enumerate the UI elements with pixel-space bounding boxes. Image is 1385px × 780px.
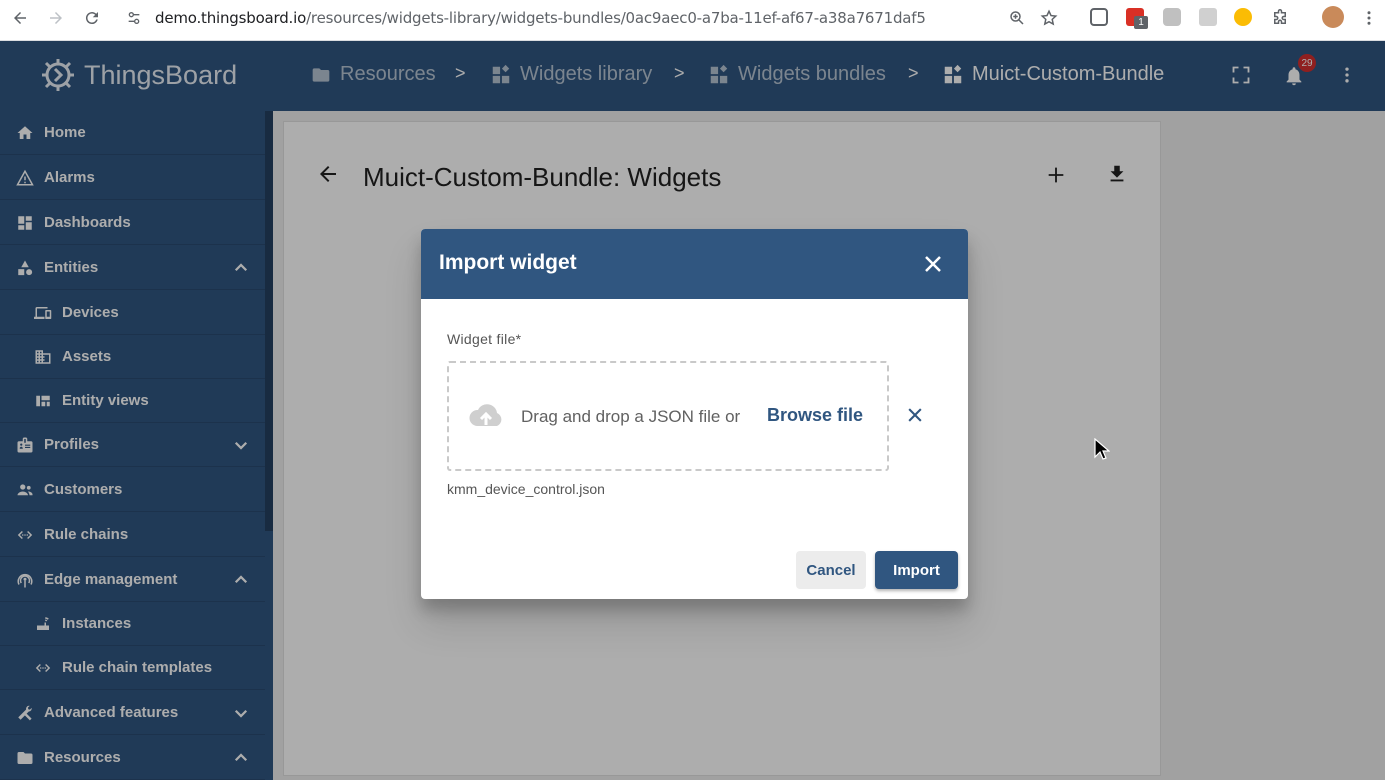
browse-file-button[interactable]: Browse file [767,405,863,426]
url-host: demo.thingsboard.io [155,9,307,27]
extensions-puzzle-icon[interactable] [1268,6,1292,30]
browser-menu-icon[interactable] [1357,6,1381,30]
import-widget-dialog: Import widget Widget file* Drag and drop… [421,229,968,599]
site-info-icon[interactable] [122,6,146,30]
import-button[interactable]: Import [875,551,958,589]
mouse-cursor-icon [1094,437,1111,467]
file-dropzone[interactable]: Drag and drop a JSON file or Browse file [447,361,889,471]
extension-badge: 1 [1134,16,1148,29]
cloud-upload-icon [467,401,505,436]
profile-avatar[interactable] [1322,6,1344,28]
extension-camera-icon[interactable] [1163,8,1181,26]
dialog-header: Import widget [421,229,968,299]
extension-colorful-icon[interactable] [1234,8,1252,26]
dialog-title: Import widget [439,251,577,274]
zoom-icon[interactable] [1005,6,1029,30]
clear-file-icon[interactable] [905,405,925,425]
back-icon[interactable] [8,6,32,30]
reload-icon[interactable] [80,6,104,30]
dropzone-text: Drag and drop a JSON file or [521,407,741,426]
address-bar[interactable]: demo.thingsboard.io/resources/widgets-li… [155,9,926,27]
forward-icon[interactable] [44,6,68,30]
close-icon[interactable] [921,252,945,276]
extension-media-icon[interactable] [1199,8,1217,26]
extension-chat-icon[interactable] [1090,8,1108,26]
cancel-button[interactable]: Cancel [796,551,866,589]
selected-file-name: kmm_device_control.json [447,481,605,497]
browser-toolbar: demo.thingsboard.io/resources/widgets-li… [0,0,1385,41]
widget-file-label: Widget file* [447,331,522,347]
bookmark-star-icon[interactable] [1037,6,1061,30]
url-path: /resources/widgets-library/widgets-bundl… [306,9,926,27]
